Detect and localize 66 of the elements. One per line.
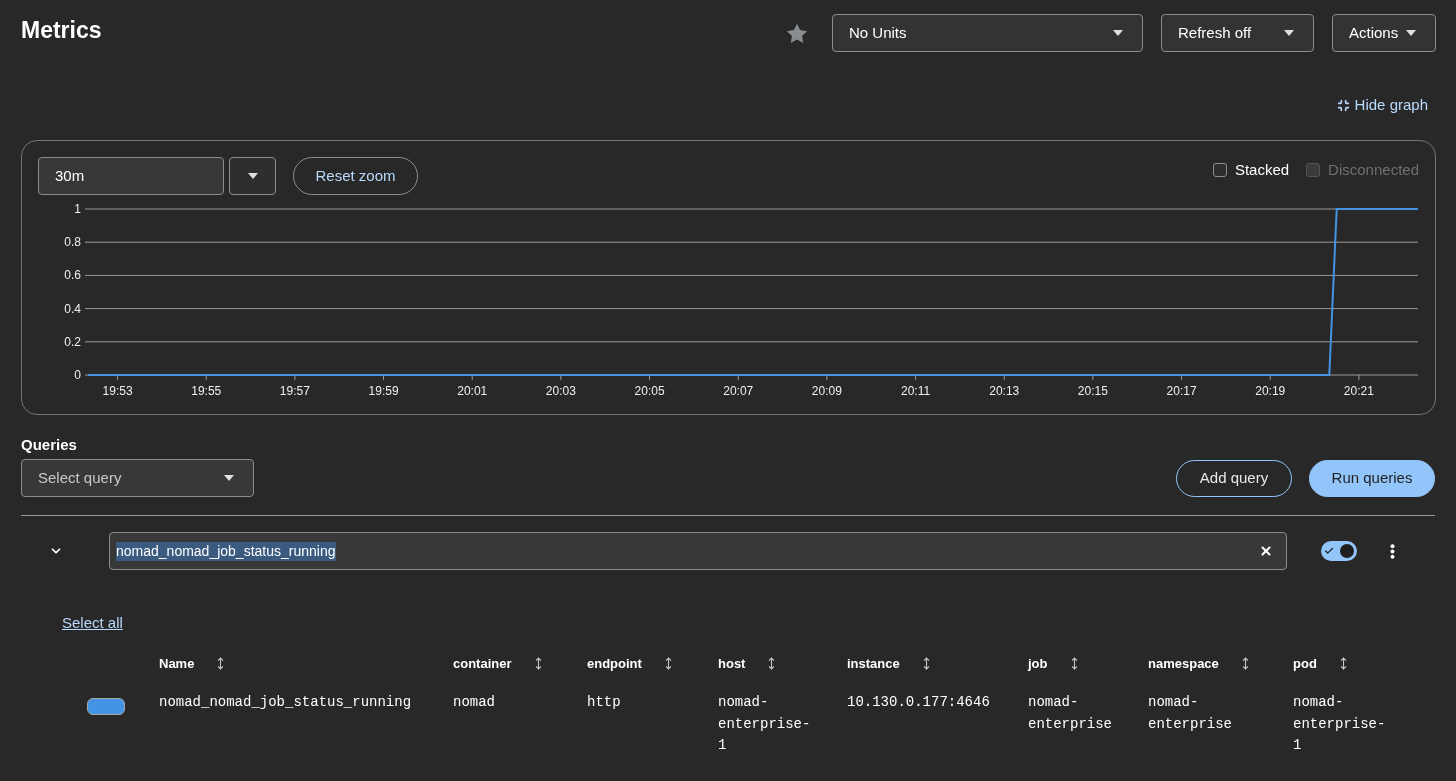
table-cell-text: http (587, 693, 622, 712)
y-axis-label: 0 (74, 368, 81, 382)
run-queries-button[interactable]: Run queries (1309, 460, 1435, 497)
column-header[interactable]: instance (847, 653, 933, 674)
x-axis-label: 20:01 (457, 384, 488, 398)
x-axis-label: 20:17 (1166, 384, 1197, 398)
query-text: nomad_nomad_job_status_running (116, 541, 336, 561)
x-axis-label: 19:59 (368, 384, 399, 398)
select-all-link[interactable]: Select all (62, 614, 123, 631)
checkbox-label: Disconnected (1328, 160, 1419, 180)
x-axis-label: 20:03 (545, 384, 576, 398)
x-axis-label: 20:11 (901, 384, 931, 398)
color-swatch-icon[interactable] (87, 698, 125, 715)
dropdown-button[interactable]: Actions (1332, 14, 1436, 52)
caret-down-icon (1113, 30, 1123, 36)
caret-down-icon (1284, 30, 1294, 36)
x-axis-label: 20:21 (1343, 384, 1374, 398)
x-axis-label: 19:57 (279, 384, 310, 398)
toggle-knob (1340, 544, 1354, 558)
column-header[interactable]: container (453, 653, 545, 674)
time-range-input[interactable]: 30m (38, 157, 224, 195)
column-header[interactable]: pod (1293, 653, 1350, 674)
hide-graph-link[interactable]: Hide graph (1336, 96, 1428, 114)
check-icon (1324, 546, 1334, 556)
page-title: Metrics (21, 15, 102, 45)
y-axis-label: 1 (74, 202, 81, 216)
time-range-toggle[interactable] (229, 157, 276, 195)
caret-down-icon (224, 475, 234, 481)
table-cell-text: 10.130.0.177:4646 (847, 693, 991, 712)
column-header[interactable]: endpoint (587, 653, 675, 674)
column-header[interactable]: job (1028, 653, 1081, 674)
table-cell-text: nomad-enterprise (1028, 693, 1113, 734)
table-cell-text: nomad-enterprise-1 (1293, 693, 1387, 755)
column-header[interactable]: namespace (1148, 653, 1252, 674)
table-cell-text: nomad_nomad_job_status_running (159, 693, 413, 712)
table-cell-text: nomad-enterprise (1148, 693, 1233, 734)
column-header[interactable]: Name (159, 653, 228, 674)
toggle-switch[interactable] (1321, 541, 1357, 561)
column-header[interactable]: host (718, 653, 779, 674)
y-axis-label: 0.4 (64, 301, 81, 316)
y-axis-label: 0.6 (64, 268, 81, 283)
table-cell-text: nomad (453, 693, 496, 712)
x-axis-label: 20:19 (1255, 384, 1286, 398)
x-axis-label: 20:15 (1077, 384, 1108, 398)
caret-down-icon (1406, 30, 1416, 36)
checkbox[interactable] (1212, 163, 1227, 178)
x-axis-label: 19:53 (102, 384, 133, 398)
x-axis-label: 20:13 (989, 384, 1020, 398)
y-axis-label: 0.2 (64, 334, 81, 349)
star-icon[interactable] (786, 22, 808, 44)
x-axis-label: 19:55 (191, 384, 222, 398)
section-label: Queries (21, 436, 78, 454)
checkbox-label: Stacked (1234, 160, 1290, 180)
kebab-menu-icon[interactable] (1390, 543, 1395, 559)
close-icon[interactable] (1259, 544, 1273, 558)
caret-down-icon (247, 173, 258, 179)
dropdown-button[interactable]: No Units (832, 14, 1143, 52)
minimize-icon (1336, 98, 1350, 112)
y-axis-label: 0.8 (64, 235, 81, 250)
select-query-dropdown[interactable]: Select query (21, 459, 254, 497)
x-axis-label: 20:09 (811, 384, 842, 398)
query-input[interactable]: nomad_nomad_job_status_running (109, 532, 1287, 570)
dropdown-button[interactable]: Refresh off (1161, 14, 1314, 52)
x-axis-label: 20:05 (634, 384, 665, 398)
table-cell-text: nomad-enterprise-1 (718, 693, 812, 755)
x-axis-label: 20:07 (723, 384, 754, 398)
